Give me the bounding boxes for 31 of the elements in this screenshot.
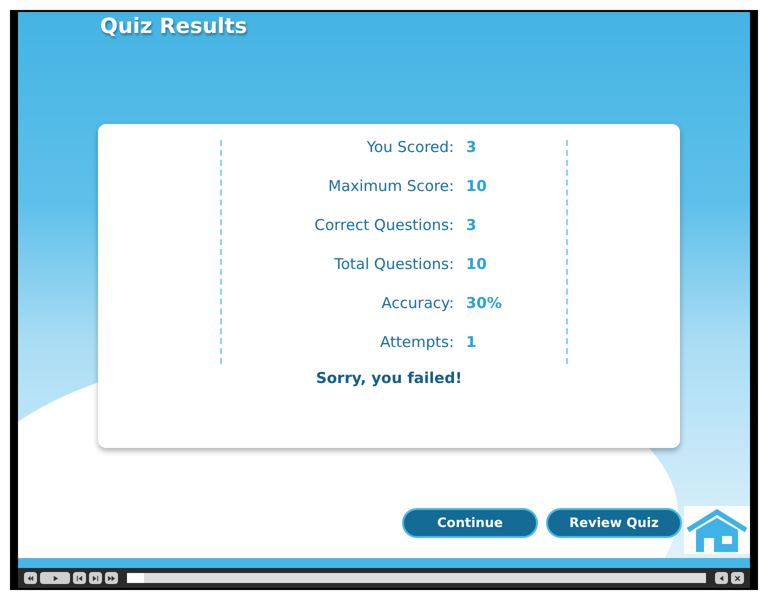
- fast-forward-icon: [108, 574, 115, 582]
- quiz-button[interactable]: Review Quiz: [546, 508, 682, 538]
- page-title: Quiz Results: [99, 13, 248, 38]
- result-label: Maximum Score:: [327, 176, 454, 197]
- result-label: You Scored:: [366, 137, 454, 158]
- result-label: Total Questions:: [333, 254, 454, 275]
- back-arrow-icon: [718, 574, 725, 582]
- play-button[interactable]: [40, 572, 70, 584]
- result-value: 3: [465, 215, 478, 236]
- close-button[interactable]: [731, 572, 744, 584]
- progress-track[interactable]: [127, 573, 706, 583]
- previous-button[interactable]: [73, 572, 86, 584]
- play-icon: [52, 574, 58, 582]
- result-value: 10: [465, 254, 488, 275]
- back-button[interactable]: [715, 572, 728, 584]
- result-value: 30%: [465, 293, 503, 314]
- next-button[interactable]: [89, 572, 102, 584]
- result-label: Accuracy:: [380, 293, 454, 314]
- previous-icon: [76, 574, 83, 582]
- fast-forward-button[interactable]: [105, 572, 118, 584]
- quiz-button[interactable]: Continue: [402, 508, 538, 538]
- rewind-icon: [27, 574, 34, 582]
- result-label: Correct Questions:: [314, 215, 454, 236]
- close-icon: [734, 574, 741, 582]
- rewind-button[interactable]: [24, 572, 37, 584]
- result-message: Sorry, you failed!: [316, 369, 462, 387]
- result-value: 3: [465, 137, 478, 158]
- next-icon: [92, 574, 99, 582]
- result-value: 10: [465, 176, 488, 197]
- result-label: Attempts:: [379, 332, 454, 353]
- result-value: 1: [465, 332, 478, 353]
